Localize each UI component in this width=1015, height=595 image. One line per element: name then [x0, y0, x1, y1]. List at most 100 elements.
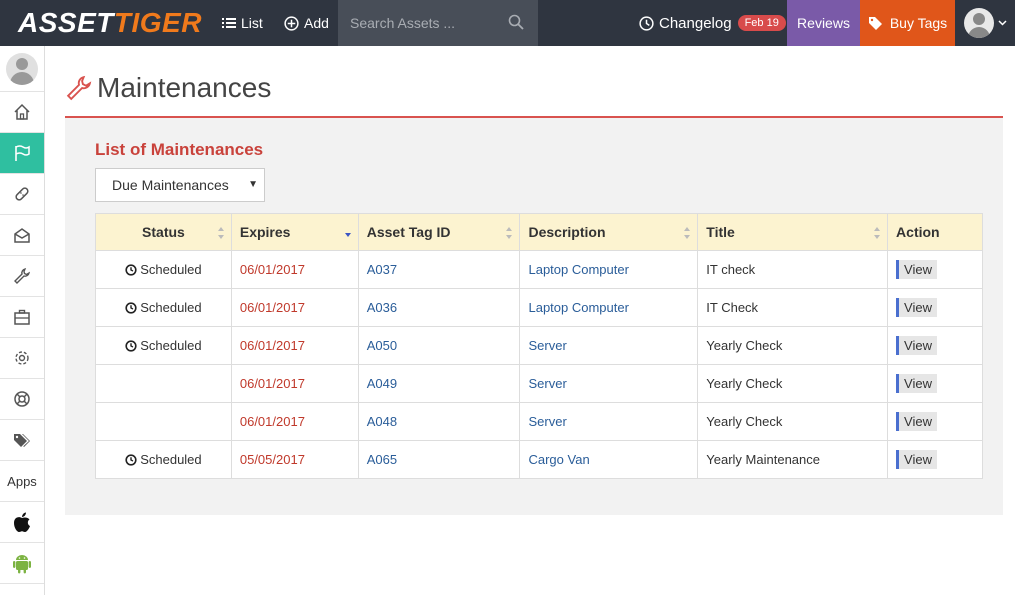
cell-action: View — [887, 326, 983, 365]
sidebar-item-tags[interactable] — [0, 420, 44, 461]
list-icon — [222, 18, 236, 28]
view-button[interactable]: View — [896, 298, 937, 317]
sort-icon — [684, 227, 691, 239]
cell-description: Laptop Computer — [519, 288, 699, 327]
cell-asset-tag-id: A036 — [357, 288, 521, 327]
top-navbar: ASSETTIGER List Add Changelog Feb 19 Rev… — [0, 0, 1015, 46]
user-menu[interactable] — [955, 0, 1015, 46]
column-header-status[interactable]: Status — [95, 213, 232, 251]
sidebar-item-android-app[interactable] — [0, 543, 44, 584]
sidebar-item-messages[interactable] — [0, 215, 44, 256]
clock-icon — [125, 302, 137, 314]
maintenances-table: Status Expires Asset Tag ID Description … — [95, 213, 983, 479]
asset-tag-link[interactable]: A065 — [367, 452, 397, 467]
sort-icon — [506, 227, 513, 239]
view-button[interactable]: View — [896, 450, 937, 469]
chevron-down-icon — [997, 20, 1007, 26]
sort-descending-icon — [344, 233, 351, 237]
reviews-button[interactable]: Reviews — [787, 0, 860, 46]
cell-expires: 05/05/2017 — [230, 440, 359, 479]
sidebar-item-maintenances[interactable] — [0, 133, 44, 174]
maintenance-filter-select[interactable]: Due Maintenances ▼ — [95, 168, 265, 202]
cell-asset-tag-id: A049 — [357, 364, 521, 403]
nav-add-label: Add — [304, 15, 329, 31]
sidebar-item-repairs[interactable] — [0, 174, 44, 215]
tags-icon — [868, 17, 882, 30]
page-title: Maintenances — [65, 72, 271, 104]
view-button[interactable]: View — [896, 374, 937, 393]
sort-icon — [217, 227, 224, 239]
column-header-title[interactable]: Title — [697, 213, 889, 251]
asset-tag-link[interactable]: A050 — [367, 338, 397, 353]
tags-icon — [14, 434, 30, 447]
asset-tag-link[interactable]: A048 — [367, 414, 397, 429]
description-link[interactable]: Cargo Van — [528, 452, 589, 467]
search-icon[interactable] — [508, 14, 524, 30]
nav-list-link[interactable]: List — [222, 0, 263, 46]
changelog-link[interactable]: Changelog Feb 19 — [639, 0, 786, 46]
sidebar: Apps — [0, 46, 45, 595]
cell-action: View — [887, 250, 983, 289]
column-header-action: Action — [887, 213, 983, 251]
table-body: Scheduled 06/01/2017 A037 Laptop Compute… — [95, 250, 983, 479]
cell-status: Scheduled — [95, 440, 232, 479]
search-box — [338, 0, 538, 46]
column-header-expires[interactable]: Expires — [230, 213, 359, 251]
plus-circle-icon — [284, 15, 299, 31]
cell-status: Scheduled — [95, 288, 232, 327]
cell-expires: 06/01/2017 — [230, 364, 359, 403]
asset-tag-link[interactable]: A037 — [367, 262, 397, 277]
sidebar-item-settings[interactable] — [0, 338, 44, 379]
nav-add-link[interactable]: Add — [284, 0, 329, 46]
cell-asset-tag-id: A037 — [357, 250, 521, 289]
cell-asset-tag-id: A065 — [357, 440, 521, 479]
sidebar-item-home[interactable] — [0, 92, 44, 133]
cell-title: IT check — [697, 250, 889, 289]
briefcase-icon — [14, 309, 30, 325]
cell-description: Server — [519, 326, 699, 365]
cell-status: Scheduled — [95, 326, 232, 365]
description-link[interactable]: Laptop Computer — [528, 262, 628, 277]
avatar — [963, 8, 994, 38]
cell-status: Scheduled — [95, 250, 232, 289]
status-text: Scheduled — [140, 262, 202, 277]
brand-logo-part2: TIGER — [113, 7, 202, 38]
column-header-asset-tag-id[interactable]: Asset Tag ID — [357, 213, 521, 251]
sidebar-item-inventory[interactable] — [0, 297, 44, 338]
description-link[interactable]: Server — [528, 338, 566, 353]
table-row: 06/01/2017 A049 Server Yearly Check View — [95, 364, 983, 403]
buy-tags-button[interactable]: Buy Tags — [860, 0, 955, 46]
filter-selected-value: Due Maintenances — [112, 177, 229, 193]
sidebar-item-help[interactable] — [0, 379, 44, 420]
page-title-text: Maintenances — [97, 72, 272, 103]
sidebar-profile[interactable] — [0, 46, 44, 92]
table-row: Scheduled 06/01/2017 A050 Server Yearly … — [95, 326, 983, 365]
home-icon — [14, 103, 30, 120]
column-header-description[interactable]: Description — [519, 213, 699, 251]
clock-icon — [125, 340, 137, 352]
table-row: Scheduled 06/01/2017 A036 Laptop Compute… — [95, 288, 983, 327]
clock-icon — [125, 264, 137, 276]
view-button[interactable]: View — [896, 260, 937, 279]
sidebar-item-tools[interactable] — [0, 256, 44, 297]
table-row: 06/01/2017 A048 Server Yearly Check View — [95, 402, 983, 441]
description-link[interactable]: Server — [528, 414, 566, 429]
view-button[interactable]: View — [896, 412, 937, 431]
maintenances-panel: List of Maintenances Due Maintenances ▼ … — [65, 118, 1003, 515]
description-link[interactable]: Server — [528, 376, 566, 391]
asset-tag-link[interactable]: A049 — [367, 376, 397, 391]
table-header-row: Status Expires Asset Tag ID Description … — [95, 213, 983, 251]
sidebar-item-ios-app[interactable] — [0, 502, 44, 543]
nav-list-label: List — [241, 15, 263, 31]
cell-expires: 06/01/2017 — [230, 326, 359, 365]
search-input[interactable] — [350, 15, 500, 31]
description-link[interactable]: Laptop Computer — [528, 300, 628, 315]
asset-tag-link[interactable]: A036 — [367, 300, 397, 315]
cell-description: Server — [519, 364, 699, 403]
cell-title: Yearly Check — [697, 326, 889, 365]
view-button[interactable]: View — [896, 336, 937, 355]
apple-icon — [14, 512, 30, 532]
cell-title: Yearly Maintenance — [697, 440, 889, 479]
brand-logo[interactable]: ASSET TIGER — [0, 0, 212, 46]
section-title: List of Maintenances — [95, 140, 264, 159]
